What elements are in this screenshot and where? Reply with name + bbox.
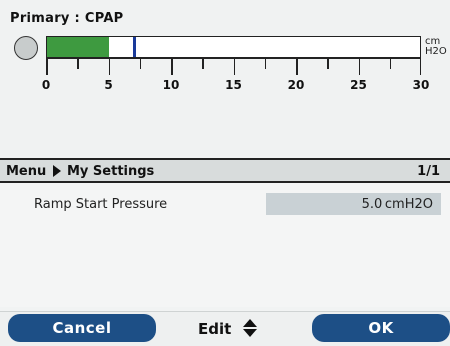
scale-label: 0 bbox=[41, 78, 51, 92]
status-indicator-icon bbox=[14, 36, 38, 60]
scale-label: 5 bbox=[104, 78, 113, 92]
breadcrumb-arrow-icon bbox=[53, 165, 61, 177]
softkey-bar: Cancel Edit OK bbox=[0, 311, 450, 346]
scale-label: 25 bbox=[350, 78, 367, 92]
ok-button[interactable]: OK bbox=[312, 314, 450, 342]
scale-minor-tick bbox=[139, 59, 142, 69]
setting-value: 5.0 cmH2O bbox=[361, 197, 433, 212]
menu-header: Menu My Settings 1/1 bbox=[0, 158, 450, 183]
menu-title: Menu bbox=[6, 164, 47, 179]
pressure-bar-marker bbox=[133, 37, 137, 57]
scale-major-tick bbox=[233, 59, 235, 75]
scale-major-tick bbox=[171, 59, 173, 75]
device-screen: Primary : CPAP cm H2O 0 5 10 15 20 25 30 Menu … bbox=[0, 0, 450, 346]
scale-major-tick bbox=[419, 59, 421, 75]
scale-major-tick bbox=[108, 59, 110, 75]
scale-major-tick bbox=[358, 59, 360, 75]
therapy-mode-title: Primary : CPAP bbox=[10, 11, 124, 26]
setting-label: Ramp Start Pressure bbox=[34, 197, 168, 212]
up-down-icon bbox=[243, 319, 257, 339]
arrow-down-icon bbox=[243, 329, 257, 337]
arrow-up-icon bbox=[243, 319, 257, 327]
scale-minor-tick bbox=[389, 59, 392, 69]
scale-label: 30 bbox=[412, 78, 430, 92]
pressure-unit-line2: H2O bbox=[425, 46, 447, 57]
scale-major-tick bbox=[296, 59, 298, 75]
scale-label: 10 bbox=[162, 78, 180, 92]
scale-major-tick bbox=[46, 59, 48, 75]
scale-minor-tick bbox=[77, 59, 79, 69]
setting-value-field[interactable]: 5.0 cmH2O bbox=[266, 193, 441, 215]
scale-minor-tick bbox=[327, 59, 329, 69]
menu-subtitle: My Settings bbox=[67, 164, 155, 179]
scale-label: 20 bbox=[287, 78, 305, 92]
pressure-scale-ticks bbox=[46, 58, 421, 75]
pressure-bar-fill bbox=[47, 37, 110, 57]
setting-row-ramp-start-pressure[interactable]: Ramp Start Pressure 5.0 cmH2O bbox=[0, 193, 450, 215]
pressure-unit: cm H2O bbox=[425, 37, 447, 57]
scale-minor-tick bbox=[202, 59, 204, 69]
scale-minor-tick bbox=[264, 59, 267, 69]
settings-list: Ramp Start Pressure 5.0 cmH2O bbox=[0, 183, 450, 307]
cancel-button[interactable]: Cancel bbox=[8, 314, 156, 342]
page-count: 1/1 bbox=[417, 164, 440, 179]
scale-label: 15 bbox=[225, 78, 242, 92]
edit-label[interactable]: Edit bbox=[198, 320, 231, 338]
pressure-panel: Primary : CPAP cm H2O 0 5 10 15 20 25 30 bbox=[0, 0, 450, 156]
pressure-bar bbox=[46, 36, 421, 58]
